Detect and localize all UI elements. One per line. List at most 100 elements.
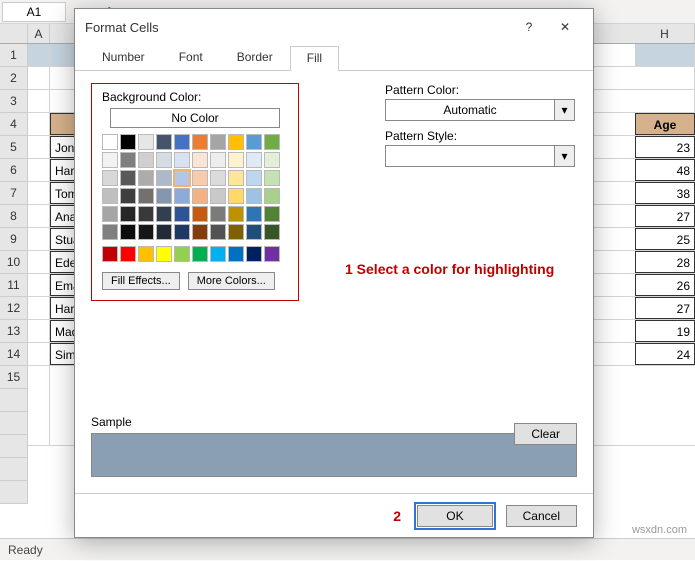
row-header[interactable]: 15 (0, 366, 28, 389)
color-swatch[interactable] (174, 134, 190, 150)
more-colors-button[interactable]: More Colors... (188, 272, 275, 290)
color-swatch[interactable] (156, 246, 172, 262)
color-swatch[interactable] (156, 224, 172, 240)
row-header[interactable]: 9 (0, 228, 28, 251)
color-swatch[interactable] (264, 206, 280, 222)
col-header-h[interactable]: H (635, 24, 695, 43)
chevron-down-icon[interactable]: ▾ (555, 99, 575, 121)
close-button[interactable]: ✕ (547, 13, 583, 41)
color-swatch[interactable] (120, 152, 136, 168)
no-color-button[interactable]: No Color (110, 108, 280, 128)
row-header[interactable]: 5 (0, 136, 28, 159)
color-swatch[interactable] (102, 246, 118, 262)
color-swatch[interactable] (210, 224, 226, 240)
color-swatch[interactable] (120, 134, 136, 150)
color-swatch[interactable] (138, 170, 154, 186)
table-cell[interactable]: 19 (635, 320, 695, 342)
color-swatch[interactable] (174, 170, 190, 186)
cancel-button[interactable]: Cancel (506, 505, 577, 527)
color-swatch[interactable] (138, 224, 154, 240)
color-swatch[interactable] (228, 224, 244, 240)
row-header[interactable]: 11 (0, 274, 28, 297)
color-swatch[interactable] (228, 246, 244, 262)
color-swatch[interactable] (210, 206, 226, 222)
color-swatch[interactable] (246, 188, 262, 204)
fill-effects-button[interactable]: Fill Effects... (102, 272, 180, 290)
color-swatch[interactable] (156, 134, 172, 150)
tab-font[interactable]: Font (162, 45, 220, 70)
help-button[interactable]: ? (511, 13, 547, 41)
chevron-down-icon[interactable]: ▾ (555, 145, 575, 167)
color-swatch[interactable] (228, 152, 244, 168)
color-swatch[interactable] (210, 152, 226, 168)
color-swatch[interactable] (138, 246, 154, 262)
table-cell[interactable]: 27 (635, 205, 695, 227)
color-swatch[interactable] (264, 170, 280, 186)
color-swatch[interactable] (138, 206, 154, 222)
color-swatch[interactable] (264, 188, 280, 204)
color-swatch[interactable] (138, 152, 154, 168)
col-header-a[interactable]: A (28, 24, 50, 43)
color-swatch[interactable] (210, 134, 226, 150)
name-box[interactable]: A1 (2, 2, 66, 22)
color-swatch[interactable] (246, 246, 262, 262)
table-cell[interactable] (635, 44, 695, 66)
table-cell[interactable] (635, 67, 695, 89)
color-swatch[interactable] (174, 224, 190, 240)
row-header[interactable]: 7 (0, 182, 28, 205)
color-swatch[interactable] (192, 152, 208, 168)
color-swatch[interactable] (228, 206, 244, 222)
color-swatch[interactable] (156, 206, 172, 222)
pattern-color-combo[interactable]: Automatic ▾ (385, 99, 575, 121)
color-swatch[interactable] (102, 152, 118, 168)
color-swatch[interactable] (192, 246, 208, 262)
color-swatch[interactable] (192, 224, 208, 240)
color-swatch[interactable] (228, 188, 244, 204)
table-cell[interactable]: 28 (635, 251, 695, 273)
color-swatch[interactable] (228, 170, 244, 186)
row-header[interactable]: 14 (0, 343, 28, 366)
cell-a1[interactable] (28, 44, 50, 66)
color-swatch[interactable] (192, 170, 208, 186)
row-header[interactable]: 6 (0, 159, 28, 182)
color-swatch[interactable] (156, 170, 172, 186)
color-swatch[interactable] (120, 170, 136, 186)
color-swatch[interactable] (174, 188, 190, 204)
row-header[interactable]: 13 (0, 320, 28, 343)
table-cell[interactable]: 27 (635, 297, 695, 319)
color-swatch[interactable] (264, 224, 280, 240)
color-swatch[interactable] (246, 152, 262, 168)
color-swatch[interactable] (138, 188, 154, 204)
table-cell[interactable]: 38 (635, 182, 695, 204)
tab-number[interactable]: Number (85, 45, 162, 70)
color-swatch[interactable] (192, 188, 208, 204)
color-swatch[interactable] (192, 134, 208, 150)
row-header[interactable]: 10 (0, 251, 28, 274)
color-swatch[interactable] (174, 152, 190, 168)
color-swatch[interactable] (102, 170, 118, 186)
table-cell[interactable]: 26 (635, 274, 695, 296)
tab-border[interactable]: Border (220, 45, 290, 70)
table-cell[interactable]: 23 (635, 136, 695, 158)
color-swatch[interactable] (246, 206, 262, 222)
color-swatch[interactable] (246, 224, 262, 240)
color-swatch[interactable] (210, 170, 226, 186)
row-header[interactable]: 8 (0, 205, 28, 228)
color-swatch[interactable] (174, 246, 190, 262)
color-swatch[interactable] (120, 224, 136, 240)
tab-fill[interactable]: Fill (290, 46, 339, 71)
ok-button[interactable]: OK (417, 505, 492, 527)
color-swatch[interactable] (264, 152, 280, 168)
row-header[interactable]: 3 (0, 90, 28, 113)
color-swatch[interactable] (192, 206, 208, 222)
color-swatch[interactable] (210, 246, 226, 262)
color-swatch[interactable] (174, 206, 190, 222)
color-swatch[interactable] (138, 134, 154, 150)
row-header[interactable]: 12 (0, 297, 28, 320)
color-swatch[interactable] (102, 224, 118, 240)
table-cell[interactable]: 48 (635, 159, 695, 181)
color-swatch[interactable] (120, 206, 136, 222)
table-cell[interactable]: 25 (635, 228, 695, 250)
row-header[interactable]: 4 (0, 113, 28, 136)
color-swatch[interactable] (120, 188, 136, 204)
